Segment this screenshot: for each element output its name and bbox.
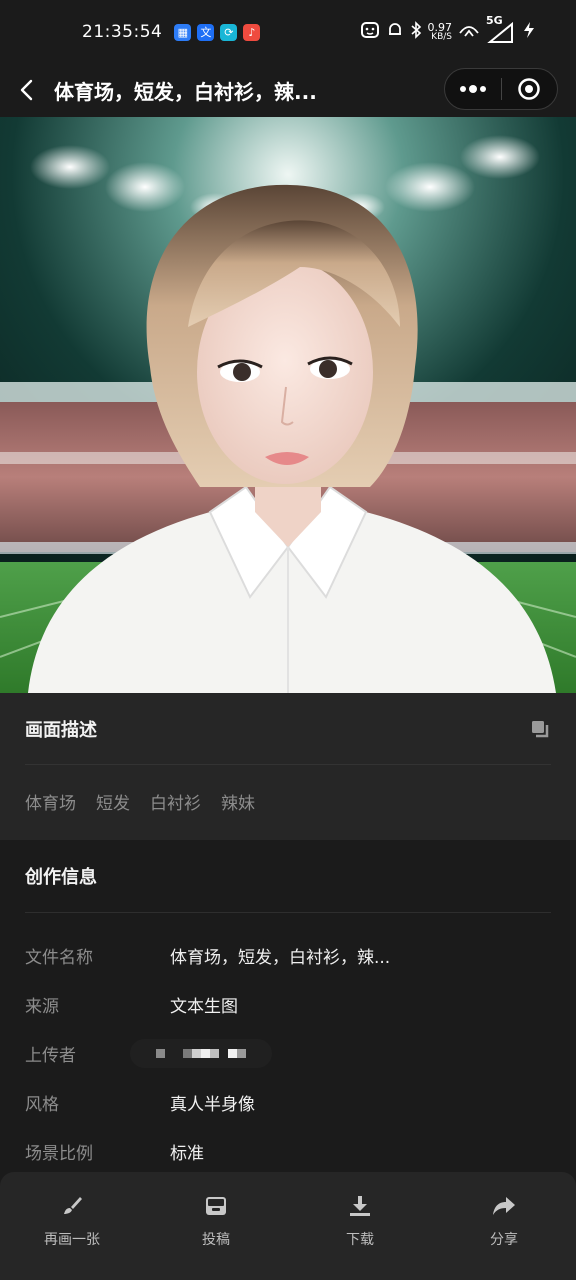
more-button[interactable] — [445, 69, 501, 109]
net-speed: 0.97 KB/S — [428, 22, 453, 42]
miniprogram-capsule — [444, 68, 558, 110]
submit-button[interactable]: 投稿 — [144, 1172, 288, 1280]
description-header: 画面描述 — [25, 693, 551, 765]
info-header: 创作信息 — [25, 840, 551, 913]
tag-list: 体育场 短发 白衬衫 辣妹 — [25, 765, 551, 837]
hotspot-icon — [458, 21, 480, 43]
net-speed-unit: KB/S — [431, 32, 452, 42]
tool-label: 分享 — [490, 1232, 518, 1248]
bottom-toolbar: 再画一张 投稿 下载 分享 — [0, 1172, 576, 1280]
page: 21:35:54 ▦ 文 ⟳ ♪ 0.97 KB/S 5G 体育场，短发，白衬衫… — [0, 0, 576, 1280]
info-label: 场景比例 — [25, 1144, 93, 1164]
tool-label: 投稿 — [202, 1232, 230, 1248]
uploader-redacted — [130, 1039, 272, 1068]
description-title: 画面描述 — [25, 719, 97, 741]
back-button[interactable] — [0, 64, 54, 116]
copy-icon — [532, 720, 549, 737]
inbox-icon — [202, 1192, 230, 1220]
signal-icon: 5G — [486, 14, 516, 44]
more-dots-icon — [459, 85, 486, 93]
redraw-button[interactable]: 再画一张 — [0, 1172, 144, 1280]
tag-item: 辣妹 — [221, 793, 255, 814]
info-row-ratio: 场景比例 标准 — [25, 1127, 551, 1176]
status-right: 0.97 KB/S 5G — [360, 14, 537, 44]
mute-bell-icon — [386, 21, 404, 43]
status-bar: 21:35:54 ▦ 文 ⟳ ♪ 0.97 KB/S 5G — [0, 0, 576, 64]
tag-item: 体育场 — [25, 793, 76, 814]
target-close-icon — [518, 78, 540, 100]
info-title: 创作信息 — [25, 867, 97, 888]
info-row-source: 来源 文本生图 — [25, 980, 551, 1029]
app-grid-icon: ▦ — [174, 23, 192, 41]
generated-image[interactable] — [0, 117, 576, 693]
share-icon — [490, 1192, 518, 1220]
page-title: 体育场，短发，白衬衫，辣... — [54, 79, 317, 104]
app-music-icon: ♪ — [243, 23, 261, 41]
info-rows: 文件名称 体育场，短发，白衬衫，辣... 来源 文本生图 上传者 风格 真人半身… — [25, 913, 551, 1176]
brush-icon — [58, 1192, 86, 1220]
download-icon — [346, 1192, 374, 1220]
tool-label: 下载 — [346, 1232, 374, 1248]
tool-label: 再画一张 — [44, 1232, 100, 1248]
face-icon — [360, 21, 380, 43]
status-time: 21:35:54 — [82, 22, 163, 42]
chevron-left-icon — [20, 79, 33, 101]
tag-item: 白衬衫 — [150, 793, 201, 814]
info-row-filename: 文件名称 体育场，短发，白衬衫，辣... — [25, 931, 551, 980]
portrait-illustration — [0, 117, 576, 693]
info-label: 来源 — [25, 997, 59, 1017]
nav-bar: 体育场，短发，白衬衫，辣... — [0, 64, 576, 116]
info-row-uploader: 上传者 — [25, 1029, 551, 1078]
description-card: 画面描述 体育场 短发 白衬衫 辣妹 — [0, 693, 576, 840]
info-value: 文本生图 — [170, 997, 238, 1017]
creation-info: 创作信息 文件名称 体育场，短发，白衬衫，辣... 来源 文本生图 上传者 风格… — [0, 840, 576, 1172]
info-value: 标准 — [170, 1144, 204, 1164]
info-label: 风格 — [25, 1095, 59, 1115]
bluetooth-icon — [410, 21, 422, 43]
info-row-style: 风格 真人半身像 — [25, 1078, 551, 1127]
copy-button[interactable] — [529, 718, 551, 740]
info-value: 体育场，短发，白衬衫，辣... — [170, 948, 391, 968]
tag-item: 短发 — [96, 793, 130, 814]
download-button[interactable]: 下载 — [288, 1172, 432, 1280]
app-refresh-icon: ⟳ — [220, 23, 238, 41]
info-label: 文件名称 — [25, 948, 93, 968]
close-miniprogram-button[interactable] — [502, 69, 558, 109]
status-app-icons: ▦ 文 ⟳ ♪ — [174, 23, 261, 41]
app-translate-icon: 文 — [197, 23, 215, 41]
charging-icon — [522, 21, 536, 43]
info-value: 真人半身像 — [170, 1095, 255, 1115]
share-button[interactable]: 分享 — [432, 1172, 576, 1280]
